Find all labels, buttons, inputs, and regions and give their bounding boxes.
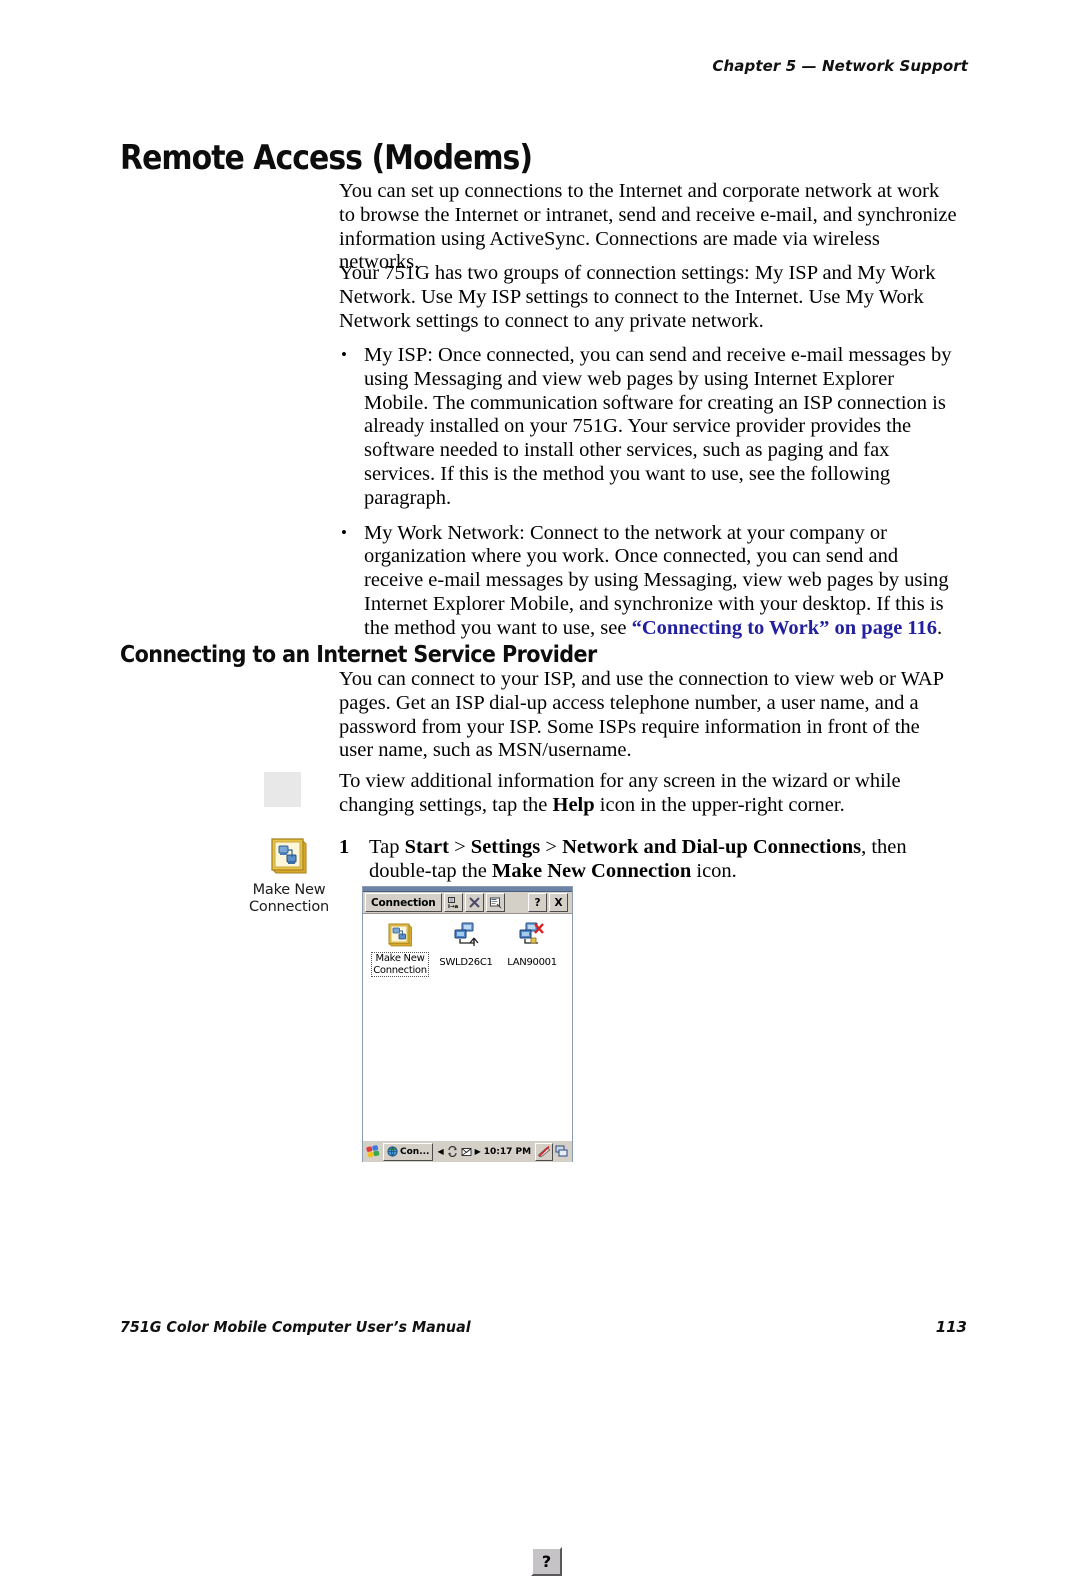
make-new-connection-icon	[370, 920, 430, 950]
running-head: Chapter 5 — Network Support	[712, 57, 968, 75]
list-item-label: Make New Connection	[371, 952, 429, 977]
procedure-step-1: 1 Tap Start > Settings > Network and Dial…	[339, 836, 959, 884]
help-note-paragraph: To view additional information for any s…	[339, 770, 959, 818]
paragraph-text: Your 751G has two groups of connection s…	[339, 262, 936, 332]
label-line-1: Make New	[375, 953, 425, 964]
envelope-icon	[461, 1147, 472, 1156]
intro-paragraph-1: You can set up connections to the Intern…	[339, 180, 959, 275]
right-arrow-icon[interactable]: ▶	[475, 1147, 481, 1156]
wireless-connection-icon	[436, 920, 496, 950]
step-sep1: >	[448, 836, 471, 858]
connection-menu-button[interactable]: Connection	[365, 893, 442, 912]
list-item: • My Work Network: Connect to the networ…	[339, 522, 959, 641]
connection-settings-list: • My ISP: Once connected, you can send a…	[339, 344, 959, 641]
paragraph-text: To view additional information for any s…	[339, 770, 959, 818]
taskbar-clock: 10:17 PM	[483, 1146, 532, 1157]
make-new-connection-icon	[269, 838, 309, 876]
delete-icon[interactable]	[464, 893, 484, 912]
label-line-2: Connection	[373, 964, 427, 976]
step-sep2: >	[540, 836, 563, 858]
list-item[interactable]: LAN90001	[502, 920, 562, 977]
svg-text:i→a: i→a	[448, 904, 458, 909]
window-titlebar: Connection i→a ? X	[363, 892, 572, 914]
close-button[interactable]: X	[549, 893, 568, 912]
lan-disconnected-icon	[502, 920, 562, 950]
step-body: 1 Tap Start > Settings > Network and Dial…	[339, 836, 959, 884]
step-part3: icon.	[691, 859, 737, 882]
device-taskbar: Con... ◀ ▶ 10:17 PM	[363, 1140, 572, 1162]
isp-paragraph: You can connect to your ISP, and use the…	[339, 668, 959, 763]
menu-make-new-connection: Make New Connection	[491, 859, 692, 882]
cross-reference-link[interactable]: “Connecting to Work” on page 116	[632, 617, 937, 639]
left-arrow-icon[interactable]: ◀	[437, 1147, 443, 1156]
list-item-text-end: .	[937, 616, 943, 639]
list-item[interactable]: Make New Connection	[370, 920, 430, 977]
activesync-icon	[448, 1146, 457, 1157]
help-icon: ?	[531, 1547, 562, 1576]
taskbar-task-button[interactable]: Con...	[383, 1142, 434, 1161]
list-item-text: My ISP: Once connected, you can send and…	[364, 344, 952, 509]
step-number: 1	[339, 836, 350, 858]
footer-page-number: 113	[935, 1318, 967, 1336]
make-new-connection-label: Make New Connection	[237, 882, 341, 916]
bullet-marker: •	[341, 345, 347, 364]
help-note-part2: icon in the upper-right corner.	[594, 793, 845, 816]
task-button-label: Con...	[400, 1146, 430, 1157]
menu-start: Start	[404, 836, 449, 858]
globe-icon	[387, 1146, 398, 1157]
device-screenshot: Connection i→a ? X Make New Connection S…	[362, 886, 573, 1162]
section-heading: Connecting to an Internet Service Provid…	[120, 642, 597, 669]
make-new-connection-margin-icon: Make New Connection	[237, 838, 341, 916]
rename-icon[interactable]: i→a	[443, 893, 463, 912]
help-button[interactable]: ?	[528, 893, 547, 912]
label-line-1: Make New	[252, 882, 326, 898]
connection-icon-row: Make New Connection SWLD26C1 LAN90001	[363, 920, 572, 977]
system-tray: ◀ ▶ 10:17 PM	[435, 1146, 533, 1157]
page-title: Remote Access (Modems)	[120, 137, 533, 178]
paragraph-text: You can connect to your ISP, and use the…	[339, 668, 944, 762]
menu-settings: Settings	[470, 836, 541, 858]
help-icon-frame: ?	[264, 772, 562, 1576]
menu-network-dialup: Network and Dial-up Connections	[562, 836, 862, 858]
list-item-label: LAN90001	[507, 957, 557, 968]
bullet-marker: •	[341, 522, 347, 542]
step-part1: Tap	[369, 836, 405, 858]
start-flag-icon[interactable]	[365, 1144, 381, 1159]
footer-manual-title: 751G Color Mobile Computer User’s Manual	[120, 1318, 471, 1336]
properties-icon[interactable]	[485, 893, 505, 912]
label-line-2: Connection	[248, 899, 330, 915]
list-item: • My ISP: Once connected, you can send a…	[339, 344, 959, 511]
connections-desktop: Make New Connection SWLD26C1 LAN90001	[363, 914, 572, 1140]
list-item-label: SWLD26C1	[439, 957, 493, 968]
no-signal-icon[interactable]	[535, 1142, 554, 1161]
network-icon[interactable]	[555, 1145, 569, 1158]
paragraph-text: You can set up connections to the Intern…	[339, 180, 957, 274]
intro-paragraph-2: Your 751G has two groups of connection s…	[339, 262, 959, 333]
help-label: Help	[552, 793, 595, 816]
list-item[interactable]: SWLD26C1	[436, 920, 496, 977]
